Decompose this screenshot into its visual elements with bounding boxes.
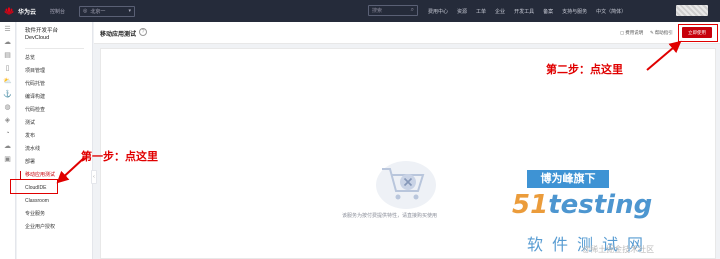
sidebar-menu: 总览 项目管理 代码托管 编译构建 代码检查 测试 发布 流水线 部署 移动应用… (17, 49, 92, 234)
empty-state-text: 该服务为按付费提供特性，请直接购买使用 (342, 213, 438, 219)
topnav-icp[interactable]: 备案 (543, 8, 553, 15)
sidebar-title: 软件开发平台 DevCloud (25, 28, 59, 41)
topnav-support[interactable]: 支持与服务 (562, 8, 587, 15)
pricing-link[interactable]: ▢ 费用说明 (620, 30, 643, 36)
shield-icon[interactable]: ◈ (5, 117, 10, 124)
topnav-enterprise[interactable]: 企业 (495, 8, 505, 15)
globe-icon[interactable]: ◍ (4, 104, 10, 111)
sidebar-item-project-management[interactable]: 项目管理 (17, 65, 92, 78)
sidebar-collapse-button[interactable]: ‹ (91, 170, 97, 184)
box-icon[interactable]: ▣ (4, 156, 11, 163)
sidebar-item-professional-services[interactable]: 专业服务 (17, 208, 92, 221)
sidebar-item-build[interactable]: 编译构建 (17, 91, 92, 104)
cloud-upload-icon[interactable]: ⛅ (3, 78, 12, 85)
doc-icon[interactable]: ▯ (6, 65, 10, 72)
cloud-icon[interactable]: ☁ (4, 39, 11, 46)
console-link[interactable]: 控制台 (50, 8, 65, 15)
sidebar-item-overview[interactable]: 总览 (17, 52, 92, 65)
step1-annotation: 第一步：点这里 (81, 151, 158, 163)
sidebar-item-code-check[interactable]: 代码检查 (17, 104, 92, 117)
cloud-storage-icon[interactable]: ☁ (4, 143, 11, 150)
watermark-banner: 博为峰旗下 (527, 170, 609, 188)
page-header: 移动应用测试 ? ▢ 费用说明 ✎ 帮助指引 立即使用 (94, 22, 720, 44)
step2-annotation: 第二步：点这里 (546, 64, 623, 76)
topnav-devtools[interactable]: 开发工具 (514, 8, 534, 15)
chevron-down-icon: ▾ (128, 8, 132, 14)
step2-highlight-box (678, 24, 718, 42)
edit-icon: ✎ (650, 30, 654, 35)
topnav-language[interactable]: 中文（简体） (596, 8, 626, 15)
brand-name[interactable]: 华为云 (18, 7, 36, 16)
help-icon[interactable]: ? (139, 28, 147, 36)
search-icon: ⌕ (410, 7, 414, 13)
watermark-logo: 51testing (512, 190, 653, 220)
sidebar-item-testing[interactable]: 测试 (17, 117, 92, 130)
search-input[interactable]: 搜索 ⌕ (368, 5, 418, 16)
clock-icon[interactable]: ◔ (5, 130, 9, 137)
content-panel (100, 48, 716, 259)
location-icon: ◎ (83, 8, 88, 14)
pricing-icon: ▢ (620, 30, 625, 35)
list-icon[interactable]: ▤ (4, 52, 11, 59)
menu-icon[interactable]: ☰ (4, 26, 10, 33)
sidebar-item-classroom[interactable]: Classroom (17, 195, 92, 208)
sidebar: 软件开发平台 DevCloud 总览 项目管理 代码托管 编译构建 代码检查 测… (17, 22, 93, 259)
sidebar-item-enterprise-auth[interactable]: 企业用户授权 (17, 221, 92, 234)
step1-highlight-box (10, 179, 58, 194)
topnav-billing[interactable]: 费用中心 (428, 8, 448, 15)
service-icon-rail: ☰ ☁ ▤ ▯ ⛅ ⚓ ◍ ◈ ◔ ☁ ▣ (0, 22, 16, 259)
shopping-cart-illustration-icon (376, 161, 436, 209)
sidebar-item-code-hosting[interactable]: 代码托管 (17, 78, 92, 91)
user-account[interactable] (676, 5, 708, 16)
page-title: 移动应用测试 (100, 32, 137, 38)
topnav-resources[interactable]: 资源 (457, 8, 467, 15)
region-selector[interactable]: ◎ 北京一 ▾ (79, 5, 136, 17)
region-value: 北京一 (90, 8, 106, 15)
top-nav: 费用中心 资源 工单 企业 开发工具 备案 支持与服务 中文（简体） (428, 0, 626, 22)
topnav-tickets[interactable]: 工单 (476, 8, 486, 15)
sidebar-item-release[interactable]: 发布 (17, 130, 92, 143)
watermark-credit: @稀土掘金技术社区 (582, 245, 655, 254)
huawei-logo-icon[interactable] (4, 6, 14, 16)
help-guide-link[interactable]: ✎ 帮助指引 (650, 30, 673, 36)
anchor-icon[interactable]: ⚓ (3, 91, 12, 98)
